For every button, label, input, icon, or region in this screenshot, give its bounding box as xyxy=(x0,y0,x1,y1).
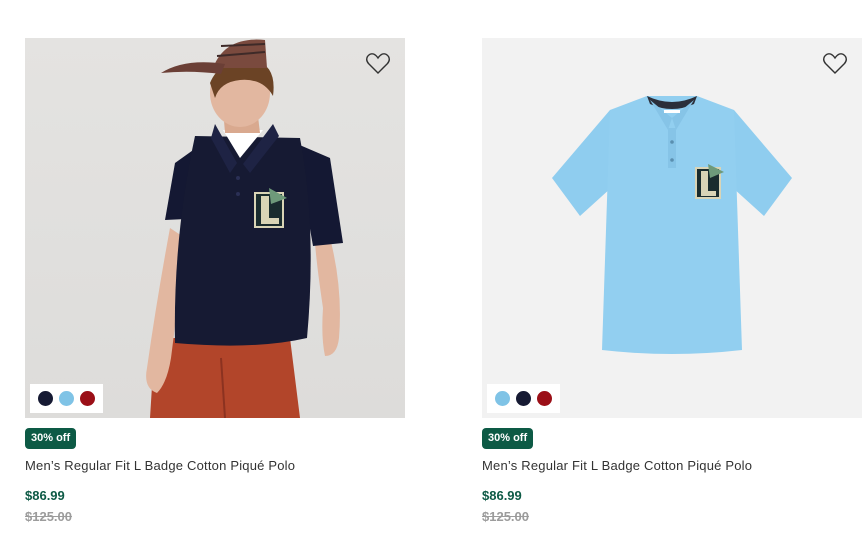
heart-icon[interactable] xyxy=(365,52,391,76)
sale-price: $86.99 xyxy=(25,488,65,503)
heart-icon[interactable] xyxy=(822,52,848,76)
swatch-red[interactable] xyxy=(80,391,95,406)
discount-badge: 30% off xyxy=(482,428,534,449)
light-blue-polo-illustration xyxy=(552,96,792,354)
discount-badge: 30% off xyxy=(25,428,77,449)
model-navy-polo-illustration xyxy=(146,39,343,418)
color-swatches xyxy=(30,384,103,413)
original-price: $125.00 xyxy=(482,509,529,524)
swatch-light-blue[interactable] xyxy=(59,391,74,406)
original-price: $125.00 xyxy=(25,509,72,524)
swatch-light-blue[interactable] xyxy=(495,391,510,406)
product-card[interactable]: 30% off Men’s Regular Fit L Badge Cotton… xyxy=(25,38,405,524)
swatch-navy[interactable] xyxy=(516,391,531,406)
product-title[interactable]: Men’s Regular Fit L Badge Cotton Piqué P… xyxy=(25,458,405,473)
product-image[interactable] xyxy=(482,38,862,418)
product-card[interactable]: 30% off Men’s Regular Fit L Badge Cotton… xyxy=(482,38,862,524)
color-swatches xyxy=(487,384,560,413)
product-image[interactable] xyxy=(25,38,405,418)
swatch-navy[interactable] xyxy=(38,391,53,406)
product-title[interactable]: Men’s Regular Fit L Badge Cotton Piqué P… xyxy=(482,458,862,473)
sale-price: $86.99 xyxy=(482,488,522,503)
swatch-red[interactable] xyxy=(537,391,552,406)
